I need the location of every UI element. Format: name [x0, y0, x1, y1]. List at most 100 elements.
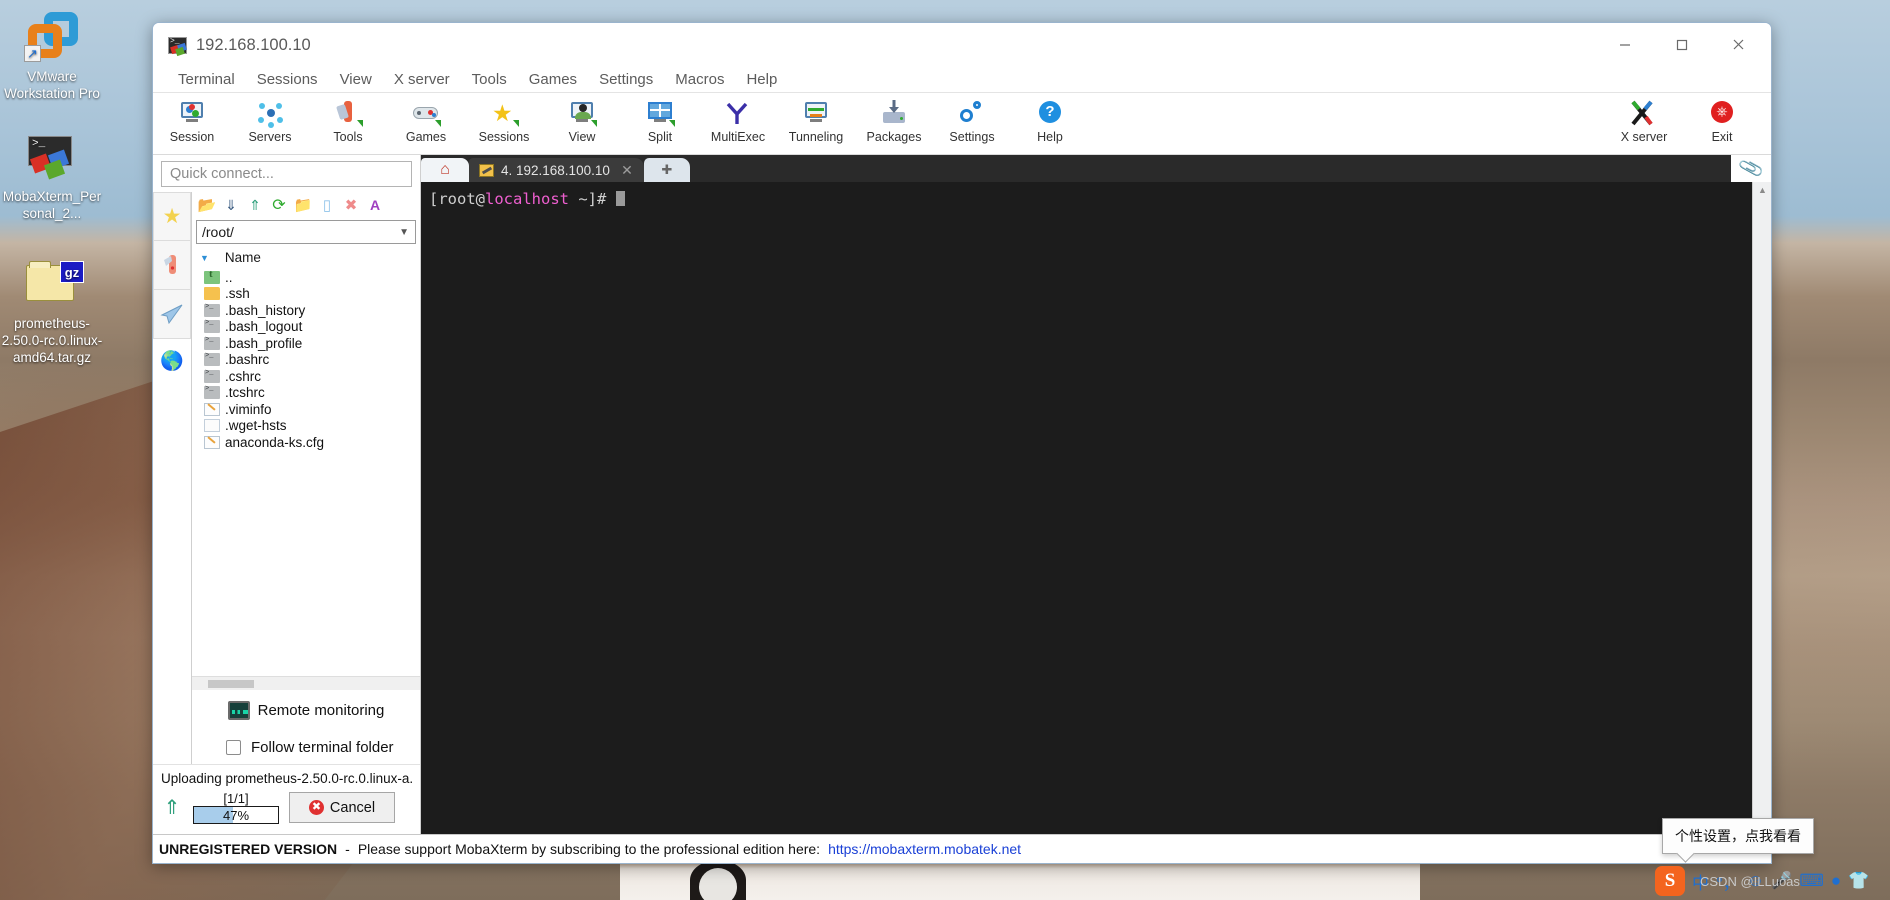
ime-tooltip[interactable]: 个性设置，点我看看 — [1662, 818, 1814, 854]
toolbar-split-button[interactable]: Split — [621, 98, 699, 144]
list-item[interactable]: .cshrc — [204, 368, 420, 385]
text-mode-button[interactable]: A — [364, 194, 386, 216]
quick-connect-input[interactable]: Quick connect... — [161, 161, 412, 187]
upload-file-count: [1/1] — [223, 791, 249, 806]
cancel-x-icon: ✖ — [308, 800, 324, 815]
file-list-horizontal-scrollbar[interactable] — [192, 676, 420, 690]
menu-tools[interactable]: Tools — [461, 69, 518, 90]
remote-monitoring-button[interactable]: Remote monitoring — [192, 690, 420, 730]
toolbar-packages-button[interactable]: Packages — [855, 98, 933, 144]
toolbar-tunneling-button[interactable]: Tunneling — [777, 98, 855, 144]
follow-terminal-folder-row[interactable]: Follow terminal folder — [192, 730, 420, 764]
path-value: /root/ — [202, 224, 234, 240]
tab-session-192-168-100-10[interactable]: 4. 192.168.100.10 ✕ — [469, 158, 644, 182]
tab-close-icon[interactable]: ✕ — [621, 162, 633, 179]
list-item[interactable]: anaconda-ks.cfg — [204, 434, 420, 451]
column-header[interactable]: ▼ Name — [192, 246, 420, 269]
main-toolbar: Session Servers Tools Games ★ Sessions V… — [153, 93, 1771, 155]
toolbar-servers-button[interactable]: Servers — [231, 98, 309, 144]
window-title: 192.168.100.10 — [196, 35, 311, 54]
gamepad-icon — [411, 100, 441, 128]
tab-home[interactable]: ⌂ — [421, 158, 469, 182]
toolbar-x-server-button[interactable]: X server — [1605, 98, 1683, 144]
list-item[interactable]: .viminfo — [204, 401, 420, 418]
unregistered-label: UNREGISTERED VERSION — [159, 841, 338, 857]
list-item[interactable]: .ssh — [204, 286, 420, 303]
mobaxterm-icon — [22, 128, 82, 184]
toolbar-exit-button[interactable]: ⎈ Exit — [1683, 98, 1761, 144]
upload-button[interactable]: ⇑ — [244, 194, 266, 216]
parent-folder-button[interactable]: 📂 — [196, 194, 218, 216]
toolbar-tools-button[interactable]: Tools — [309, 98, 387, 144]
minimize-button[interactable] — [1596, 23, 1653, 66]
follow-terminal-folder-label: Follow terminal folder — [251, 738, 394, 756]
upload-arrow-icon: ⇑ — [163, 796, 181, 819]
toolbar-view-button[interactable]: View — [543, 98, 621, 144]
follow-terminal-folder-checkbox[interactable] — [226, 739, 241, 755]
browser-toolbar: 📂 ⇓ ⇑ ⟳ 📁 ▯ ✖ A — [192, 192, 420, 218]
menu-terminal[interactable]: Terminal — [167, 69, 246, 90]
sidebar-item-sessions[interactable]: ★ — [153, 192, 191, 241]
toolbar-settings-button[interactable]: Settings — [933, 98, 1011, 144]
sidebar-item-sftp[interactable] — [153, 290, 191, 339]
mobaxterm-link[interactable]: https://mobaxterm.mobatek.net — [828, 841, 1021, 857]
paperclip-icon[interactable]: 📎 — [1737, 155, 1765, 182]
new-file-button[interactable]: ▯ — [316, 194, 338, 216]
list-item[interactable]: .bash_history — [204, 302, 420, 319]
menu-macros[interactable]: Macros — [664, 69, 735, 90]
list-item[interactable]: .bash_profile — [204, 335, 420, 352]
star-icon: ★ — [162, 205, 182, 228]
split-icon — [645, 100, 675, 128]
sidebar-item-macros[interactable]: 🌎 — [153, 339, 191, 383]
refresh-button[interactable]: ⟳ — [268, 194, 290, 216]
new-folder-button[interactable]: 📁 — [292, 194, 314, 216]
prompt-hostname: localhost — [485, 190, 569, 208]
menu-games[interactable]: Games — [518, 69, 588, 90]
file-list[interactable]: .. .ssh .bash_history .bash_logout — [192, 269, 420, 676]
terminal-scrollbar[interactable]: ▲ — [1752, 182, 1771, 834]
path-dropdown[interactable]: /root/ ▼ — [196, 220, 416, 244]
menu-x-server[interactable]: X server — [383, 69, 461, 90]
file-name: .bash_logout — [225, 319, 303, 335]
new-tab-button[interactable]: ✚ — [643, 158, 690, 182]
scrollbar-thumb[interactable] — [208, 680, 254, 688]
menu-settings[interactable]: Settings — [588, 69, 664, 90]
upload-progress-bar: 47% — [193, 806, 279, 824]
upload-cancel-button[interactable]: ✖ Cancel — [289, 792, 395, 823]
desktop-icon-mobaxterm-personal[interactable]: MobaXterm_Personal_2... — [0, 128, 104, 222]
sogou-logo-icon[interactable]: S — [1655, 866, 1685, 896]
toolbar-multiexec-button[interactable]: MultiExec — [699, 98, 777, 144]
ime-keyboard-icon[interactable]: ⌨ — [1799, 871, 1824, 891]
shell-file-icon — [204, 319, 220, 334]
toolbar-games-button[interactable]: Games — [387, 98, 465, 144]
delete-icon: ✖ — [344, 197, 358, 214]
toolbar-help-button[interactable]: ? Help — [1011, 98, 1089, 144]
ime-skin-icon[interactable]: 👕 — [1848, 871, 1869, 891]
menu-help[interactable]: Help — [735, 69, 788, 90]
ime-user-icon[interactable]: ● — [1831, 871, 1841, 891]
maximize-button[interactable] — [1653, 23, 1710, 66]
scroll-up-icon[interactable]: ▲ — [1758, 185, 1767, 195]
menu-view[interactable]: View — [329, 69, 383, 90]
menu-sessions[interactable]: Sessions — [246, 69, 329, 90]
sidebar-item-tools[interactable] — [153, 241, 191, 290]
list-item[interactable]: .bashrc — [204, 352, 420, 369]
delete-button[interactable]: ✖ — [340, 194, 362, 216]
list-item[interactable]: .wget-hsts — [204, 418, 420, 435]
toolbar-button-label: Packages — [866, 130, 922, 144]
prompt-suffix: ~]# — [569, 190, 616, 208]
desktop-icon-vmware-workstation-pro[interactable]: ↗ VMware Workstation Pro — [0, 8, 104, 102]
desktop-icon-prometheus-archive[interactable]: gz prometheus-2.50.0-rc.0.linux-amd64.ta… — [0, 255, 104, 366]
close-button[interactable] — [1710, 23, 1767, 66]
text-file-icon — [204, 402, 220, 416]
upload-progress-group: [1/1] 47% — [193, 791, 279, 824]
toolbar-session-button[interactable]: Session — [153, 98, 231, 144]
download-button[interactable]: ⇓ — [220, 194, 242, 216]
toolbar-sessions-button[interactable]: ★ Sessions — [465, 98, 543, 144]
toolbar-button-label: Tools — [333, 130, 363, 144]
list-item[interactable]: .bash_logout — [204, 319, 420, 336]
clipboard-zone: 📎 — [1731, 155, 1771, 182]
list-item[interactable]: .tcshrc — [204, 385, 420, 402]
list-item[interactable]: .. — [204, 269, 420, 286]
terminal-output[interactable]: [root@localhost ~]# — [421, 182, 1752, 834]
